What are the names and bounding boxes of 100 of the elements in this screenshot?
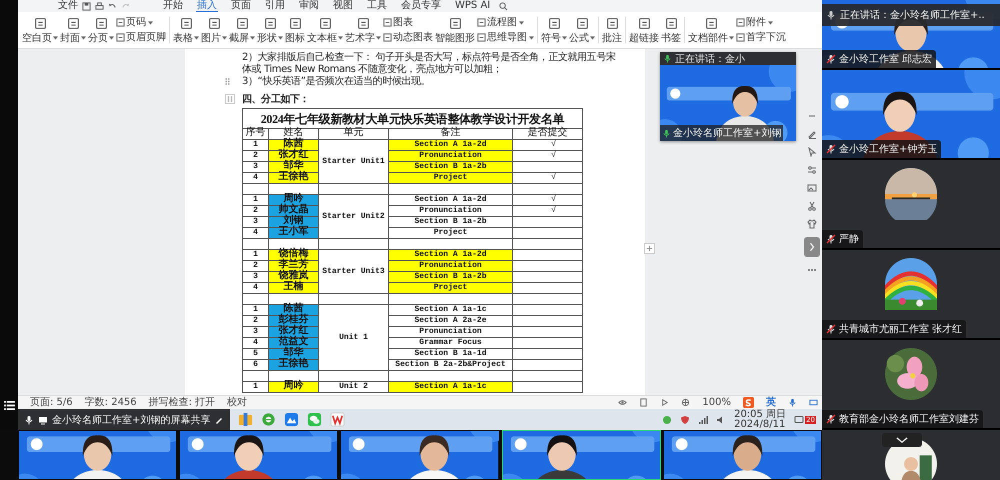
ribbon-button[interactable]: 图标 (285, 16, 305, 44)
menu-tab[interactable]: 引用 (264, 0, 286, 12)
scissors-icon[interactable] (807, 201, 817, 211)
ribbon-button[interactable]: 流程图 (477, 16, 534, 28)
page-icon (116, 18, 125, 27)
table-cell: Section A 2a-2e (388, 316, 512, 326)
ribbon-button[interactable]: 公式 (569, 16, 595, 44)
ribbon-button[interactable]: 表格 (173, 16, 199, 44)
table-cell: Section B 2a-2b&Project (388, 360, 512, 370)
caret-icon (562, 36, 567, 40)
ribbon-button[interactable]: 批注 (602, 16, 622, 44)
ribbon-button[interactable]: 图表 (383, 16, 433, 28)
globe-icon[interactable] (681, 398, 690, 407)
menu-tab[interactable]: 视图 (332, 0, 354, 12)
shirt-icon[interactable] (807, 219, 817, 229)
table-cell: Section A 1a-1c (388, 382, 512, 392)
add-button[interactable] (644, 243, 655, 254)
save-icon[interactable] (82, 2, 91, 10)
table-cell: √ (551, 173, 556, 182)
microphone-icon[interactable] (24, 414, 34, 424)
eye-icon[interactable] (618, 398, 628, 407)
input-mode[interactable]: 英 (766, 396, 776, 408)
ribbon-button[interactable]: 超链接 (629, 16, 659, 44)
ribbon-button[interactable]: 截屏 (229, 16, 255, 44)
chevron-down-icon (896, 436, 908, 444)
print-icon[interactable] (95, 2, 104, 10)
table-cell: Section A 1a-2d (388, 250, 512, 260)
collapse-button[interactable] (882, 433, 922, 447)
page-icon[interactable] (639, 398, 648, 407)
table-cell: Section A 1a-1c (388, 304, 512, 316)
cursor-icon[interactable] (807, 147, 817, 157)
screen-icon[interactable] (38, 414, 48, 424)
ribbon-button[interactable]: 文本框 (307, 16, 343, 44)
table-cell: Project (388, 172, 512, 184)
caret-icon (53, 36, 58, 40)
page-icon (576, 16, 588, 30)
image-icon[interactable] (807, 183, 817, 193)
participant-name: 教育部金小玲名师工作室刘建芬 (839, 412, 979, 426)
folder-icon[interactable] (238, 412, 254, 427)
shield-icon[interactable] (680, 414, 690, 424)
browser-icon[interactable] (261, 412, 276, 427)
table-cell: Section A 1a-2d (388, 140, 512, 150)
sliders-icon[interactable] (807, 165, 817, 175)
notification-icon[interactable] (794, 414, 804, 424)
page-icon (448, 16, 462, 30)
ribbon-button[interactable]: 分页 (88, 16, 114, 44)
expand-button[interactable] (804, 237, 820, 257)
column-header: 序号 (242, 128, 268, 140)
clock-date: 2024/8/11 (734, 420, 786, 430)
status-text: 字数: 2456 (84, 396, 137, 408)
caret-icon (338, 36, 343, 40)
table-cell: √ (551, 195, 556, 204)
document-text: 3）“快乐英语”是否频次在适当的时候出现。 (242, 74, 430, 88)
ribbon-button[interactable]: 空白页 (22, 16, 58, 44)
list-icon[interactable] (4, 401, 14, 410)
logo-icon[interactable] (743, 397, 754, 408)
video-window[interactable]: 正在讲话：金小 金小玲名师工作室+刘钢 (660, 52, 796, 141)
participant-name: 共青城市尤丽工作室 张才红 (839, 322, 962, 336)
menu-tab[interactable]: 工具 (366, 0, 388, 12)
table-cell: Pronunciation (388, 326, 512, 338)
ribbon-button[interactable]: 符号 (541, 16, 567, 44)
menu-tab[interactable]: 开始 (162, 0, 184, 12)
play-icon[interactable] (660, 398, 670, 407)
table-cell: √ (551, 206, 556, 215)
document-text: 体或 Times New Romans 不随意变化，亮点地方可以加粗； (242, 62, 502, 76)
ribbon-button[interactable]: 封面 (60, 16, 86, 44)
table-cell: 王徐艳 (268, 172, 318, 184)
search-icon[interactable] (499, 2, 508, 10)
wps-app-icon[interactable] (330, 412, 346, 427)
table-cell: 4 (242, 282, 268, 294)
table-cell: Section B 1a-1d (388, 348, 512, 360)
drag-handle-icon[interactable] (225, 94, 235, 104)
ribbon-button[interactable]: 书签 (661, 16, 681, 44)
table-cell: 1 (242, 382, 268, 392)
ribbon-button[interactable]: 附件 (736, 16, 786, 28)
caret-icon (519, 20, 524, 24)
drag-handle-icon[interactable] (225, 76, 230, 86)
caret-icon (529, 36, 534, 40)
table-cell: 王小军 (268, 228, 318, 238)
mountain-app-icon[interactable] (284, 412, 300, 427)
ribbon-button[interactable]: 艺术字 (345, 16, 381, 44)
ribbon-button[interactable]: 首字下沉 (736, 32, 786, 44)
ribbon-button[interactable]: 图片 (201, 16, 227, 44)
menu-tab[interactable]: WPS AI (454, 0, 492, 12)
page-icon (736, 33, 745, 42)
ribbon-button[interactable]: 智能图形 (435, 16, 475, 44)
ribbon-button[interactable]: 页眉页脚 (116, 32, 166, 44)
undo-icon[interactable] (108, 2, 117, 10)
zoom-level[interactable]: 100% (702, 396, 731, 408)
ribbon-button[interactable]: 页码 (116, 16, 166, 28)
document-text: 2）大家排版后自己检查一下： 句子开头是否大写，标点符号是否全角，正文就用五号宋 (242, 50, 616, 64)
keyboard-icon[interactable] (809, 398, 818, 407)
ribbon-button[interactable]: 形状 (257, 16, 283, 44)
menu-tab[interactable]: 页面 (230, 0, 252, 12)
ribbon-button[interactable]: 动态图表 (383, 32, 433, 44)
ribbon-button[interactable]: 文档部件 (688, 16, 734, 44)
page-icon (208, 16, 220, 30)
ribbon-button[interactable]: 思维导图 (477, 32, 534, 44)
signal-icon[interactable] (698, 414, 708, 424)
table-cell: Starter Unit2 (318, 194, 388, 238)
